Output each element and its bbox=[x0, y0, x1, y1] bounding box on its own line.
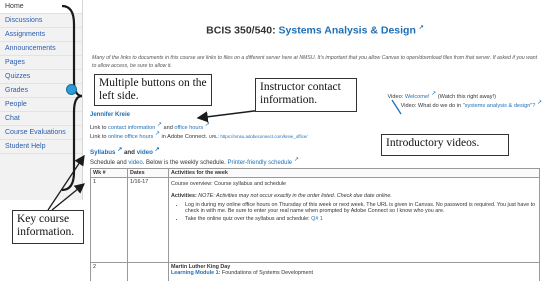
online-office-hours-link[interactable]: online office hours bbox=[108, 134, 153, 140]
table-header-row: Wk # Dates Activities for the week bbox=[90, 168, 540, 178]
screenshot-stage: Home Discussions Assignments Announcemen… bbox=[0, 0, 547, 281]
schedule-prefix: Schedule and bbox=[90, 160, 127, 166]
syllabus-video-link[interactable]: video bbox=[137, 149, 153, 156]
activities-cell: Martin Luther King Day Learning Module 1… bbox=[168, 262, 540, 281]
url-label: URL: bbox=[208, 133, 219, 139]
quiz-text: Take the online quiz over the syllabus a… bbox=[185, 216, 310, 222]
external-link-icon: ↗ bbox=[418, 25, 424, 31]
dates-cell: 1/16-17 bbox=[127, 177, 169, 263]
schedule-video-link[interactable]: video bbox=[128, 160, 142, 166]
sidebar-highlight-dot bbox=[66, 84, 77, 95]
intro-note: Many of the links to documents in this c… bbox=[92, 55, 538, 69]
adobe-connect-url[interactable]: https://nmsu.adobeconnect.com/kreie_offi… bbox=[220, 134, 307, 139]
schedule-line: Schedule and video. Below is the weekly … bbox=[90, 156, 299, 166]
external-link-icon: ↗ bbox=[431, 91, 437, 97]
activities-note: NOTE: Activities may not occur exactly i… bbox=[198, 193, 392, 199]
syllabus-link[interactable]: Syllabus bbox=[90, 149, 115, 156]
header-activities: Activities for the week bbox=[168, 168, 540, 178]
module-line: Learning Module 1: Foundations of System… bbox=[171, 270, 537, 276]
online-prefix: Link to bbox=[90, 133, 107, 140]
syllabus-line: Syllabus ↗ and video ↗ bbox=[90, 146, 160, 156]
online-suffix: in Adobe Connect. bbox=[161, 133, 208, 140]
page-title: BCIS 350/540: Systems Analysis & Design … bbox=[86, 24, 544, 37]
callout-instructor-info: Instructor contact information. bbox=[255, 78, 357, 112]
page-title-prefix: BCIS 350/540: bbox=[206, 24, 279, 37]
activities-cell: Course overview: Course syllabus and sch… bbox=[168, 177, 540, 263]
module-text: Foundations of Systems Development bbox=[221, 270, 314, 276]
video-label-2: Video: What do we do in bbox=[400, 102, 462, 109]
external-link-icon: ↗ bbox=[154, 131, 160, 137]
learning-module-1-link[interactable]: Learning Module 1: bbox=[171, 270, 220, 276]
sidebar-brace-annotation bbox=[61, 4, 82, 192]
activities-label: Activities: bbox=[171, 193, 197, 199]
online-office-line: Link to online office hours ↗ in Adobe C… bbox=[90, 130, 307, 140]
external-link-icon: ↗ bbox=[293, 157, 299, 163]
table-row: 2 Martin Luther King Day Learning Module… bbox=[90, 262, 540, 281]
week-cell: 2 bbox=[90, 262, 128, 281]
page-title-accent: Systems Analysis & Design bbox=[278, 24, 416, 37]
list-item: Log in during my online office hours on … bbox=[185, 202, 537, 214]
instructor-name-link[interactable]: Jennifer Kreie bbox=[90, 112, 130, 118]
syllabus-and: and bbox=[123, 149, 135, 157]
printer-friendly-schedule-link[interactable]: Printer-friendly schedule bbox=[227, 160, 292, 166]
header-dates: Dates bbox=[127, 168, 169, 178]
callout-sidebar-buttons: Multiple buttons on the left side. bbox=[94, 74, 212, 106]
schedule-text: . Below is the weekly schedule. bbox=[142, 160, 226, 166]
external-link-icon: ↗ bbox=[156, 122, 162, 128]
callout-course-info: Key course information. bbox=[12, 210, 84, 244]
list-item: Take the online quiz over the syllabus a… bbox=[185, 216, 537, 222]
activities-note-line: Activities: NOTE: Activities may not occ… bbox=[171, 193, 537, 199]
header-wk: Wk # bbox=[90, 168, 128, 178]
quiz-1-link[interactable]: Q# 1 bbox=[311, 216, 323, 222]
external-link-icon: ↗ bbox=[536, 100, 542, 106]
week-cell: 1 bbox=[90, 177, 128, 263]
external-link-icon: ↗ bbox=[117, 147, 123, 153]
external-link-icon: ↗ bbox=[204, 122, 210, 128]
dates-cell bbox=[127, 262, 169, 281]
table-row: 1 1/16-17 Course overview: Course syllab… bbox=[90, 177, 540, 263]
callout-intro-videos: Introductory videos. bbox=[381, 134, 509, 156]
schedule-table: Wk # Dates Activities for the week 1 1/1… bbox=[90, 168, 540, 281]
video-line-sad: Video: What do we do in "systems analysi… bbox=[401, 99, 542, 109]
activities-list: Log in during my online office hours on … bbox=[179, 202, 537, 222]
external-link-icon: ↗ bbox=[154, 147, 160, 153]
brace-path bbox=[61, 4, 82, 192]
sad-video-link[interactable]: "systems analysis & design"? bbox=[463, 103, 536, 109]
course-overview-text: Course overview: Course syllabus and sch… bbox=[171, 181, 287, 187]
